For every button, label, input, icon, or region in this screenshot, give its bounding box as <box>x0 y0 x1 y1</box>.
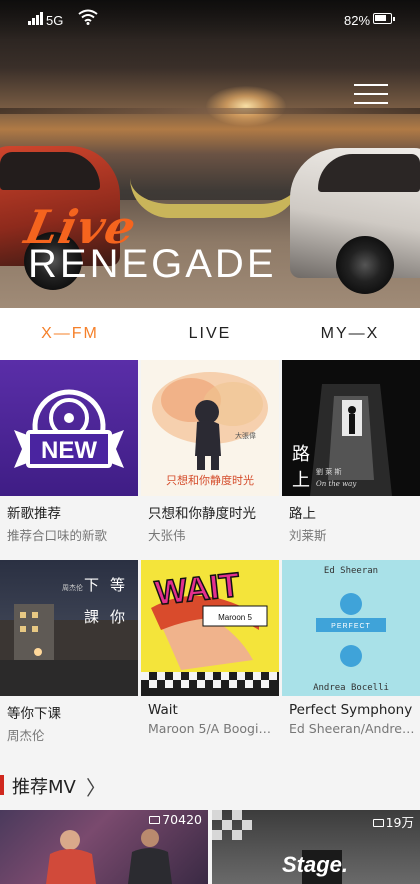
playlist-card-wait[interactable]: WAIT Maroon 5 Wait Maroon 5/A Boogie Wit… <box>141 560 279 736</box>
cover-illustration: 大張偉 只想和你静度时光 <box>152 372 268 487</box>
card-subtitle: 推荐合口味的新歌 <box>7 528 108 543</box>
sunset-sun <box>206 86 286 126</box>
card-title: 新歌推荐 <box>7 506 61 522</box>
svg-text:上: 上 <box>292 470 310 491</box>
playlist-card-perfect[interactable]: Ed Sheeran PERFECT Andrea Bocelli Perfec… <box>282 560 420 736</box>
card-title: Wait <box>148 702 178 718</box>
tab-xfm[interactable]: X—FM <box>0 325 140 343</box>
card-title: 路上 <box>289 506 316 522</box>
playlist-card-jay[interactable]: 下 等 課 你 周杰伦 等你下课 周杰伦 <box>0 560 138 744</box>
playlist-card-zhang[interactable]: 大張偉 只想和你静度时光 只想和你静度时光 大张伟 <box>141 360 279 544</box>
cover-tunnel: 路 上 劉 萊 斯 On the way <box>282 360 420 496</box>
horizon-line <box>0 108 420 114</box>
card-subtitle: 刘莱斯 <box>289 528 327 543</box>
hero-banner[interactable]: 5G 82% Live RENEGADE <box>0 0 420 308</box>
section-accent-bar <box>0 775 4 795</box>
svg-text:你: 你 <box>110 608 125 626</box>
battery-icon <box>373 13 395 24</box>
cover-campus: 下 等 課 你 周杰伦 <box>0 576 138 696</box>
mv-section-title: 推荐MV <box>12 777 76 798</box>
cover-lu: 路 上 劉 萊 斯 On the way <box>282 360 420 496</box>
svg-text:Andrea Bocelli: Andrea Bocelli <box>313 683 389 693</box>
tab-live[interactable]: LIVE <box>140 325 280 343</box>
cover-new-songs: NEW <box>0 360 138 496</box>
svg-text:只想和你静度时光: 只想和你静度时光 <box>166 473 254 487</box>
svg-text:On the way: On the way <box>316 480 357 488</box>
car-right-wheel <box>336 236 394 294</box>
card-subtitle: Maroon 5/A Boogie Wit da Hoodie <box>148 721 279 736</box>
chevron-right-icon: 〉 <box>86 776 106 800</box>
card-subtitle: Ed Sheeran/Andrea Bocelli <box>289 721 420 736</box>
car-right-window <box>318 154 420 192</box>
svg-text:Stage.: Stage. <box>282 852 348 877</box>
playlist-card-lu[interactable]: 路 上 劉 萊 斯 On the way 路上 刘莱斯 <box>282 360 420 544</box>
svg-text:路: 路 <box>292 444 310 465</box>
cover-jay: 下 等 課 你 周杰伦 <box>0 560 138 696</box>
battery-percent: 82% <box>344 13 371 28</box>
svg-text:等: 等 <box>110 576 125 594</box>
menu-button[interactable] <box>354 84 390 104</box>
menu-icon-line <box>354 93 388 95</box>
svg-text:Ed Sheeran: Ed Sheeran <box>324 566 378 576</box>
cover-popart: WAIT Maroon 5 <box>141 560 279 696</box>
video-camera-icon <box>372 819 384 827</box>
svg-text:下: 下 <box>84 576 99 594</box>
svg-text:課: 課 <box>84 608 99 626</box>
svg-text:劉 萊 斯: 劉 萊 斯 <box>316 467 341 476</box>
menu-icon-line <box>354 102 388 104</box>
mv-view-count: 70420 <box>149 812 202 827</box>
mv-view-count: 19万 <box>372 812 414 831</box>
svg-text:PERFECT: PERFECT <box>331 623 371 630</box>
card-subtitle: 大张伟 <box>148 528 186 543</box>
status-bar: 5G 82% <box>0 0 420 40</box>
mv-thumb-1[interactable]: 70420 <box>0 810 208 884</box>
hero-title: RENEGADE <box>28 242 277 286</box>
mv-thumb-2[interactable]: Stage. 19万 <box>212 810 420 884</box>
hammock <box>130 178 300 218</box>
svg-text:NEW: NEW <box>41 437 97 464</box>
cover-perfect: Ed Sheeran PERFECT Andrea Bocelli <box>282 560 420 696</box>
tab-bar: X—FM LIVE MY—X <box>0 308 420 360</box>
cover-zhang: 大張偉 只想和你静度时光 <box>141 360 279 496</box>
cover-divide: Ed Sheeran PERFECT Andrea Bocelli <box>313 566 389 693</box>
svg-text:Maroon 5: Maroon 5 <box>218 613 252 622</box>
svg-text:大張偉: 大張偉 <box>235 431 256 440</box>
car-left-window <box>0 152 100 190</box>
playlist-card-new[interactable]: NEW 新歌推荐 推荐合口味的新歌 <box>0 360 138 544</box>
card-subtitle: 周杰伦 <box>7 728 45 743</box>
wifi-icon <box>78 9 98 25</box>
tab-myx[interactable]: MY—X <box>280 325 420 343</box>
menu-icon-line <box>354 84 388 86</box>
video-camera-icon <box>149 816 161 824</box>
card-title: 只想和你静度时光 <box>148 506 256 522</box>
mv-section-header[interactable]: 推荐MV 〉 <box>0 770 420 800</box>
card-title: 等你下课 <box>7 706 61 722</box>
cover-wait: WAIT Maroon 5 <box>141 560 279 696</box>
signal-icon <box>28 12 44 25</box>
svg-text:周杰伦: 周杰伦 <box>62 583 83 592</box>
network-type: 5G <box>46 13 64 28</box>
card-title: Perfect Symphony <box>289 702 413 718</box>
new-badge-icon: NEW <box>14 389 124 468</box>
